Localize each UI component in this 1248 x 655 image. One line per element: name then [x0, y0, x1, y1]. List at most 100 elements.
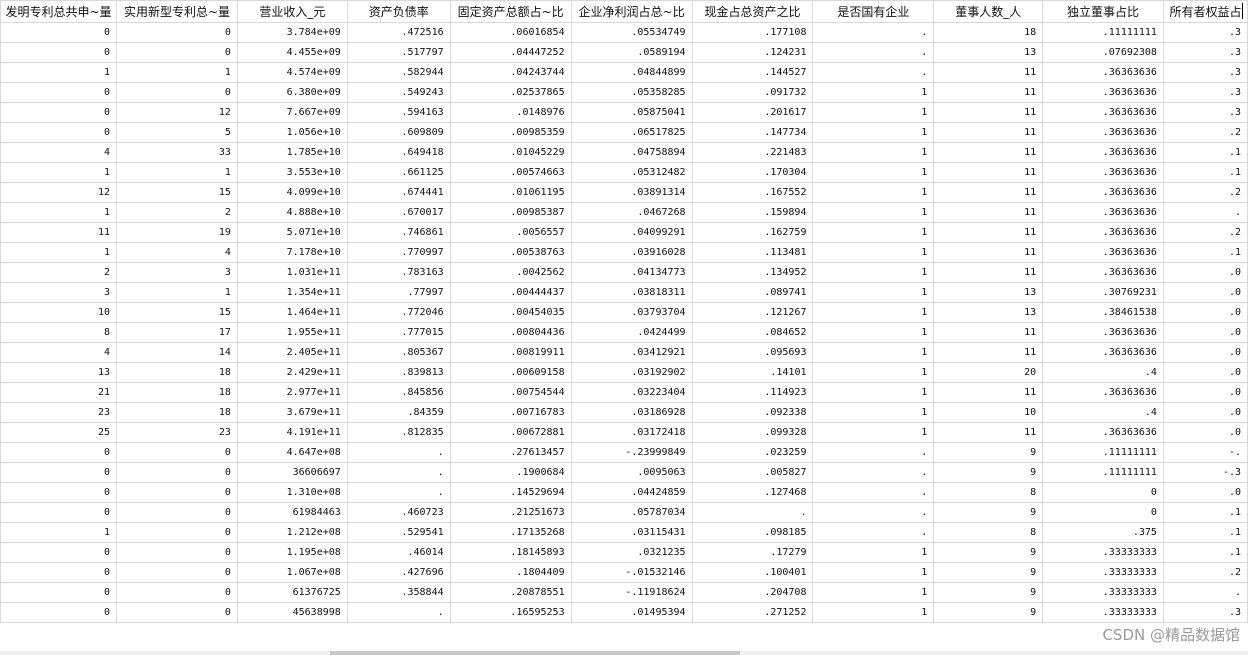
table-cell[interactable]: .1: [1162, 542, 1248, 563]
table-cell[interactable]: 11: [933, 222, 1044, 243]
table-cell[interactable]: .0: [1162, 362, 1248, 383]
table-cell[interactable]: .: [346, 442, 451, 463]
table-cell[interactable]: .162759: [691, 222, 814, 243]
table-cell[interactable]: .36363636: [1042, 122, 1164, 143]
table-cell[interactable]: .05787034: [570, 502, 693, 523]
table-cell[interactable]: .03818311: [570, 282, 693, 303]
table-cell[interactable]: .04134773: [570, 262, 693, 283]
table-cell[interactable]: 9: [933, 602, 1044, 623]
table-cell[interactable]: .0: [1162, 322, 1248, 343]
table-cell[interactable]: 23: [115, 422, 238, 443]
table-cell[interactable]: 3.679e+11: [236, 402, 348, 423]
table-cell[interactable]: 0: [0, 42, 117, 63]
horizontal-scrollbar-thumb[interactable]: [330, 651, 740, 655]
table-cell[interactable]: .159894: [691, 202, 814, 223]
table-cell[interactable]: 0: [0, 102, 117, 123]
table-cell[interactable]: .770997: [346, 242, 451, 263]
table-cell[interactable]: .0424499: [570, 322, 693, 343]
table-cell[interactable]: .2: [1162, 122, 1248, 143]
table-cell[interactable]: .: [812, 442, 935, 463]
table-cell[interactable]: .0: [1162, 422, 1248, 443]
table-cell[interactable]: .03412921: [570, 342, 693, 363]
table-cell[interactable]: 0: [115, 42, 238, 63]
table-cell[interactable]: 11: [933, 382, 1044, 403]
table-cell[interactable]: 2: [115, 202, 238, 223]
table-cell[interactable]: .04844899: [570, 62, 693, 83]
table-cell[interactable]: 1: [0, 522, 117, 543]
table-cell[interactable]: .21251673: [449, 502, 572, 523]
table-cell[interactable]: .005827: [691, 462, 814, 483]
table-cell[interactable]: .11111111: [1042, 462, 1164, 483]
table-cell[interactable]: .609809: [346, 122, 451, 143]
table-cell[interactable]: .05358285: [570, 82, 693, 103]
table-cell[interactable]: 11: [933, 262, 1044, 283]
column-header[interactable]: 是否国有企业: [812, 0, 935, 23]
table-cell[interactable]: 9: [933, 582, 1044, 603]
table-cell[interactable]: .: [812, 22, 935, 43]
table-cell[interactable]: 8: [0, 322, 117, 343]
table-cell[interactable]: 4.574e+09: [236, 62, 348, 83]
table-cell[interactable]: 3.784e+09: [236, 22, 348, 43]
table-cell[interactable]: 0: [1042, 482, 1164, 503]
table-cell[interactable]: .36363636: [1042, 422, 1164, 443]
table-cell[interactable]: 11: [933, 242, 1044, 263]
table-cell[interactable]: .30769231: [1042, 282, 1164, 303]
table-cell[interactable]: 14: [115, 342, 238, 363]
table-cell[interactable]: .0: [1162, 482, 1248, 503]
table-cell[interactable]: 9: [933, 502, 1044, 523]
table-cell[interactable]: .0: [1162, 342, 1248, 363]
column-header[interactable]: 固定资产总额占~比: [449, 0, 572, 23]
table-cell[interactable]: 1: [0, 162, 117, 183]
table-cell[interactable]: .529541: [346, 522, 451, 543]
table-cell[interactable]: 21: [0, 382, 117, 403]
table-cell[interactable]: 1: [812, 302, 935, 323]
table-cell[interactable]: 33: [115, 142, 238, 163]
table-cell[interactable]: .144527: [691, 62, 814, 83]
table-cell[interactable]: .36363636: [1042, 242, 1164, 263]
table-cell[interactable]: .0467268: [570, 202, 693, 223]
table-cell[interactable]: .01061195: [449, 182, 572, 203]
table-cell[interactable]: .091732: [691, 82, 814, 103]
table-cell[interactable]: .517797: [346, 42, 451, 63]
table-cell[interactable]: 13: [933, 302, 1044, 323]
table-cell[interactable]: .746861: [346, 222, 451, 243]
table-cell[interactable]: 1: [812, 382, 935, 403]
table-cell[interactable]: 1: [812, 182, 935, 203]
table-cell[interactable]: .549243: [346, 82, 451, 103]
table-cell[interactable]: 1: [812, 562, 935, 583]
table-cell[interactable]: .3: [1162, 602, 1248, 623]
table-cell[interactable]: .05875041: [570, 102, 693, 123]
table-cell[interactable]: .33333333: [1042, 562, 1164, 583]
table-cell[interactable]: 15: [115, 182, 238, 203]
table-cell[interactable]: .36363636: [1042, 62, 1164, 83]
table-cell[interactable]: .3: [1162, 42, 1248, 63]
table-cell[interactable]: .: [1162, 582, 1248, 603]
table-cell[interactable]: .00444437: [449, 282, 572, 303]
table-cell[interactable]: .14101: [691, 362, 814, 383]
table-cell[interactable]: .221483: [691, 142, 814, 163]
column-header[interactable]: 营业收入_元: [236, 0, 348, 23]
table-cell[interactable]: 1.310e+08: [236, 482, 348, 503]
table-cell[interactable]: 4.647e+08: [236, 442, 348, 463]
table-cell[interactable]: 0: [0, 22, 117, 43]
table-cell[interactable]: 45638998: [236, 602, 348, 623]
table-cell[interactable]: 13: [0, 362, 117, 383]
column-header[interactable]: 发明专利总共申~量: [0, 0, 117, 23]
table-cell[interactable]: .2: [1162, 182, 1248, 203]
table-cell[interactable]: .05312482: [570, 162, 693, 183]
table-cell[interactable]: 6.380e+09: [236, 82, 348, 103]
table-cell[interactable]: .36363636: [1042, 262, 1164, 283]
table-cell[interactable]: 1: [0, 62, 117, 83]
table-cell[interactable]: 0: [0, 442, 117, 463]
table-cell[interactable]: 36606697: [236, 462, 348, 483]
table-cell[interactable]: .0589194: [570, 42, 693, 63]
table-cell[interactable]: 0: [115, 582, 238, 603]
table-cell[interactable]: 9: [933, 562, 1044, 583]
table-cell[interactable]: .1: [1162, 242, 1248, 263]
table-cell[interactable]: .582944: [346, 62, 451, 83]
table-cell[interactable]: .460723: [346, 502, 451, 523]
table-cell[interactable]: .03172418: [570, 422, 693, 443]
table-cell[interactable]: .07692308: [1042, 42, 1164, 63]
table-cell[interactable]: .: [812, 502, 935, 523]
table-cell[interactable]: .27613457: [449, 442, 572, 463]
